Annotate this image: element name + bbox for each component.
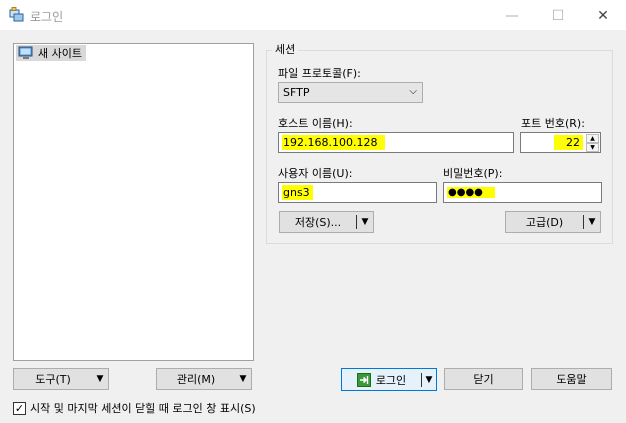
port-spinner[interactable]: 22 ▲ ▼ bbox=[520, 132, 601, 153]
port-value: 22 bbox=[554, 135, 583, 150]
site-tree-item[interactable]: 새 사이트 bbox=[16, 45, 86, 61]
login-label: 로그인 bbox=[375, 373, 407, 387]
password-input[interactable]: ●●●● bbox=[443, 182, 602, 203]
help-button[interactable]: 도움말 bbox=[531, 368, 612, 390]
dropdown-arrow-icon[interactable]: ▼ bbox=[584, 212, 600, 232]
login-icon bbox=[356, 372, 371, 387]
host-input[interactable]: 192.168.100.128 bbox=[278, 132, 514, 153]
dropdown-arrow-icon[interactable]: ▼ bbox=[235, 369, 251, 389]
port-label: 포트 번호(R): bbox=[521, 117, 585, 130]
app-icon bbox=[9, 7, 24, 22]
password-label: 비밀번호(P): bbox=[443, 167, 503, 180]
password-value: ●●●● bbox=[447, 187, 495, 198]
show-on-start-label: 시작 및 마지막 세션이 닫힐 때 로그인 창 표시(S) bbox=[30, 402, 256, 415]
maximize-button[interactable]: ☐ bbox=[535, 0, 581, 31]
tools-label: 도구(T) bbox=[35, 373, 71, 386]
save-button[interactable]: 저장(S)... ▼ bbox=[279, 211, 374, 233]
site-item-label: 새 사이트 bbox=[38, 47, 82, 60]
manage-button[interactable]: 관리(M) ▼ bbox=[156, 368, 252, 390]
host-label: 호스트 이름(H): bbox=[278, 117, 353, 130]
manage-label: 관리(M) bbox=[176, 373, 216, 386]
close-button[interactable]: 닫기 bbox=[444, 368, 523, 390]
help-label: 도움말 bbox=[556, 373, 587, 386]
close-icon: ✕ bbox=[597, 7, 609, 24]
save-label: 저장(S)... bbox=[294, 216, 342, 229]
tools-button[interactable]: 도구(T) ▼ bbox=[13, 368, 109, 390]
advanced-button[interactable]: 고급(D) ▼ bbox=[505, 211, 601, 233]
spin-down-icon[interactable]: ▼ bbox=[586, 143, 599, 152]
maximize-icon: ☐ bbox=[551, 7, 565, 24]
user-label: 사용자 이름(U): bbox=[278, 167, 353, 180]
chevron-down-icon: ⌵ bbox=[409, 86, 417, 97]
dropdown-arrow-icon[interactable]: ▼ bbox=[357, 212, 373, 232]
user-input[interactable]: gns3 bbox=[278, 182, 437, 203]
host-value: 192.168.100.128 bbox=[282, 135, 386, 150]
protocol-value: SFTP bbox=[283, 86, 310, 99]
computer-icon bbox=[18, 46, 33, 59]
advanced-label: 고급(D) bbox=[525, 216, 564, 229]
protocol-select[interactable]: SFTP ⌵ bbox=[278, 82, 423, 103]
minimize-icon: — bbox=[505, 7, 519, 24]
site-tree[interactable]: 새 사이트 bbox=[13, 43, 254, 361]
dropdown-arrow-icon[interactable]: ▼ bbox=[92, 369, 108, 389]
spin-up-icon[interactable]: ▲ bbox=[586, 134, 599, 143]
title-bar: 로그인 — ☐ ✕ bbox=[0, 0, 626, 31]
show-on-start-checkbox[interactable]: ✓ 시작 및 마지막 세션이 닫힐 때 로그인 창 표시(S) bbox=[13, 400, 256, 416]
checkmark-icon[interactable]: ✓ bbox=[13, 401, 26, 415]
protocol-label: 파일 프로토콜(F): bbox=[278, 67, 361, 80]
window-title: 로그인 bbox=[30, 10, 64, 24]
user-value: gns3 bbox=[282, 185, 313, 200]
dropdown-arrow-icon[interactable]: ▼ bbox=[422, 375, 436, 385]
minimize-button[interactable]: — bbox=[489, 0, 535, 31]
close-label: 닫기 bbox=[473, 373, 494, 386]
login-button[interactable]: 로그인 ▼ bbox=[341, 368, 437, 391]
close-window-button[interactable]: ✕ bbox=[580, 0, 626, 31]
session-legend: 세션 bbox=[272, 41, 299, 57]
